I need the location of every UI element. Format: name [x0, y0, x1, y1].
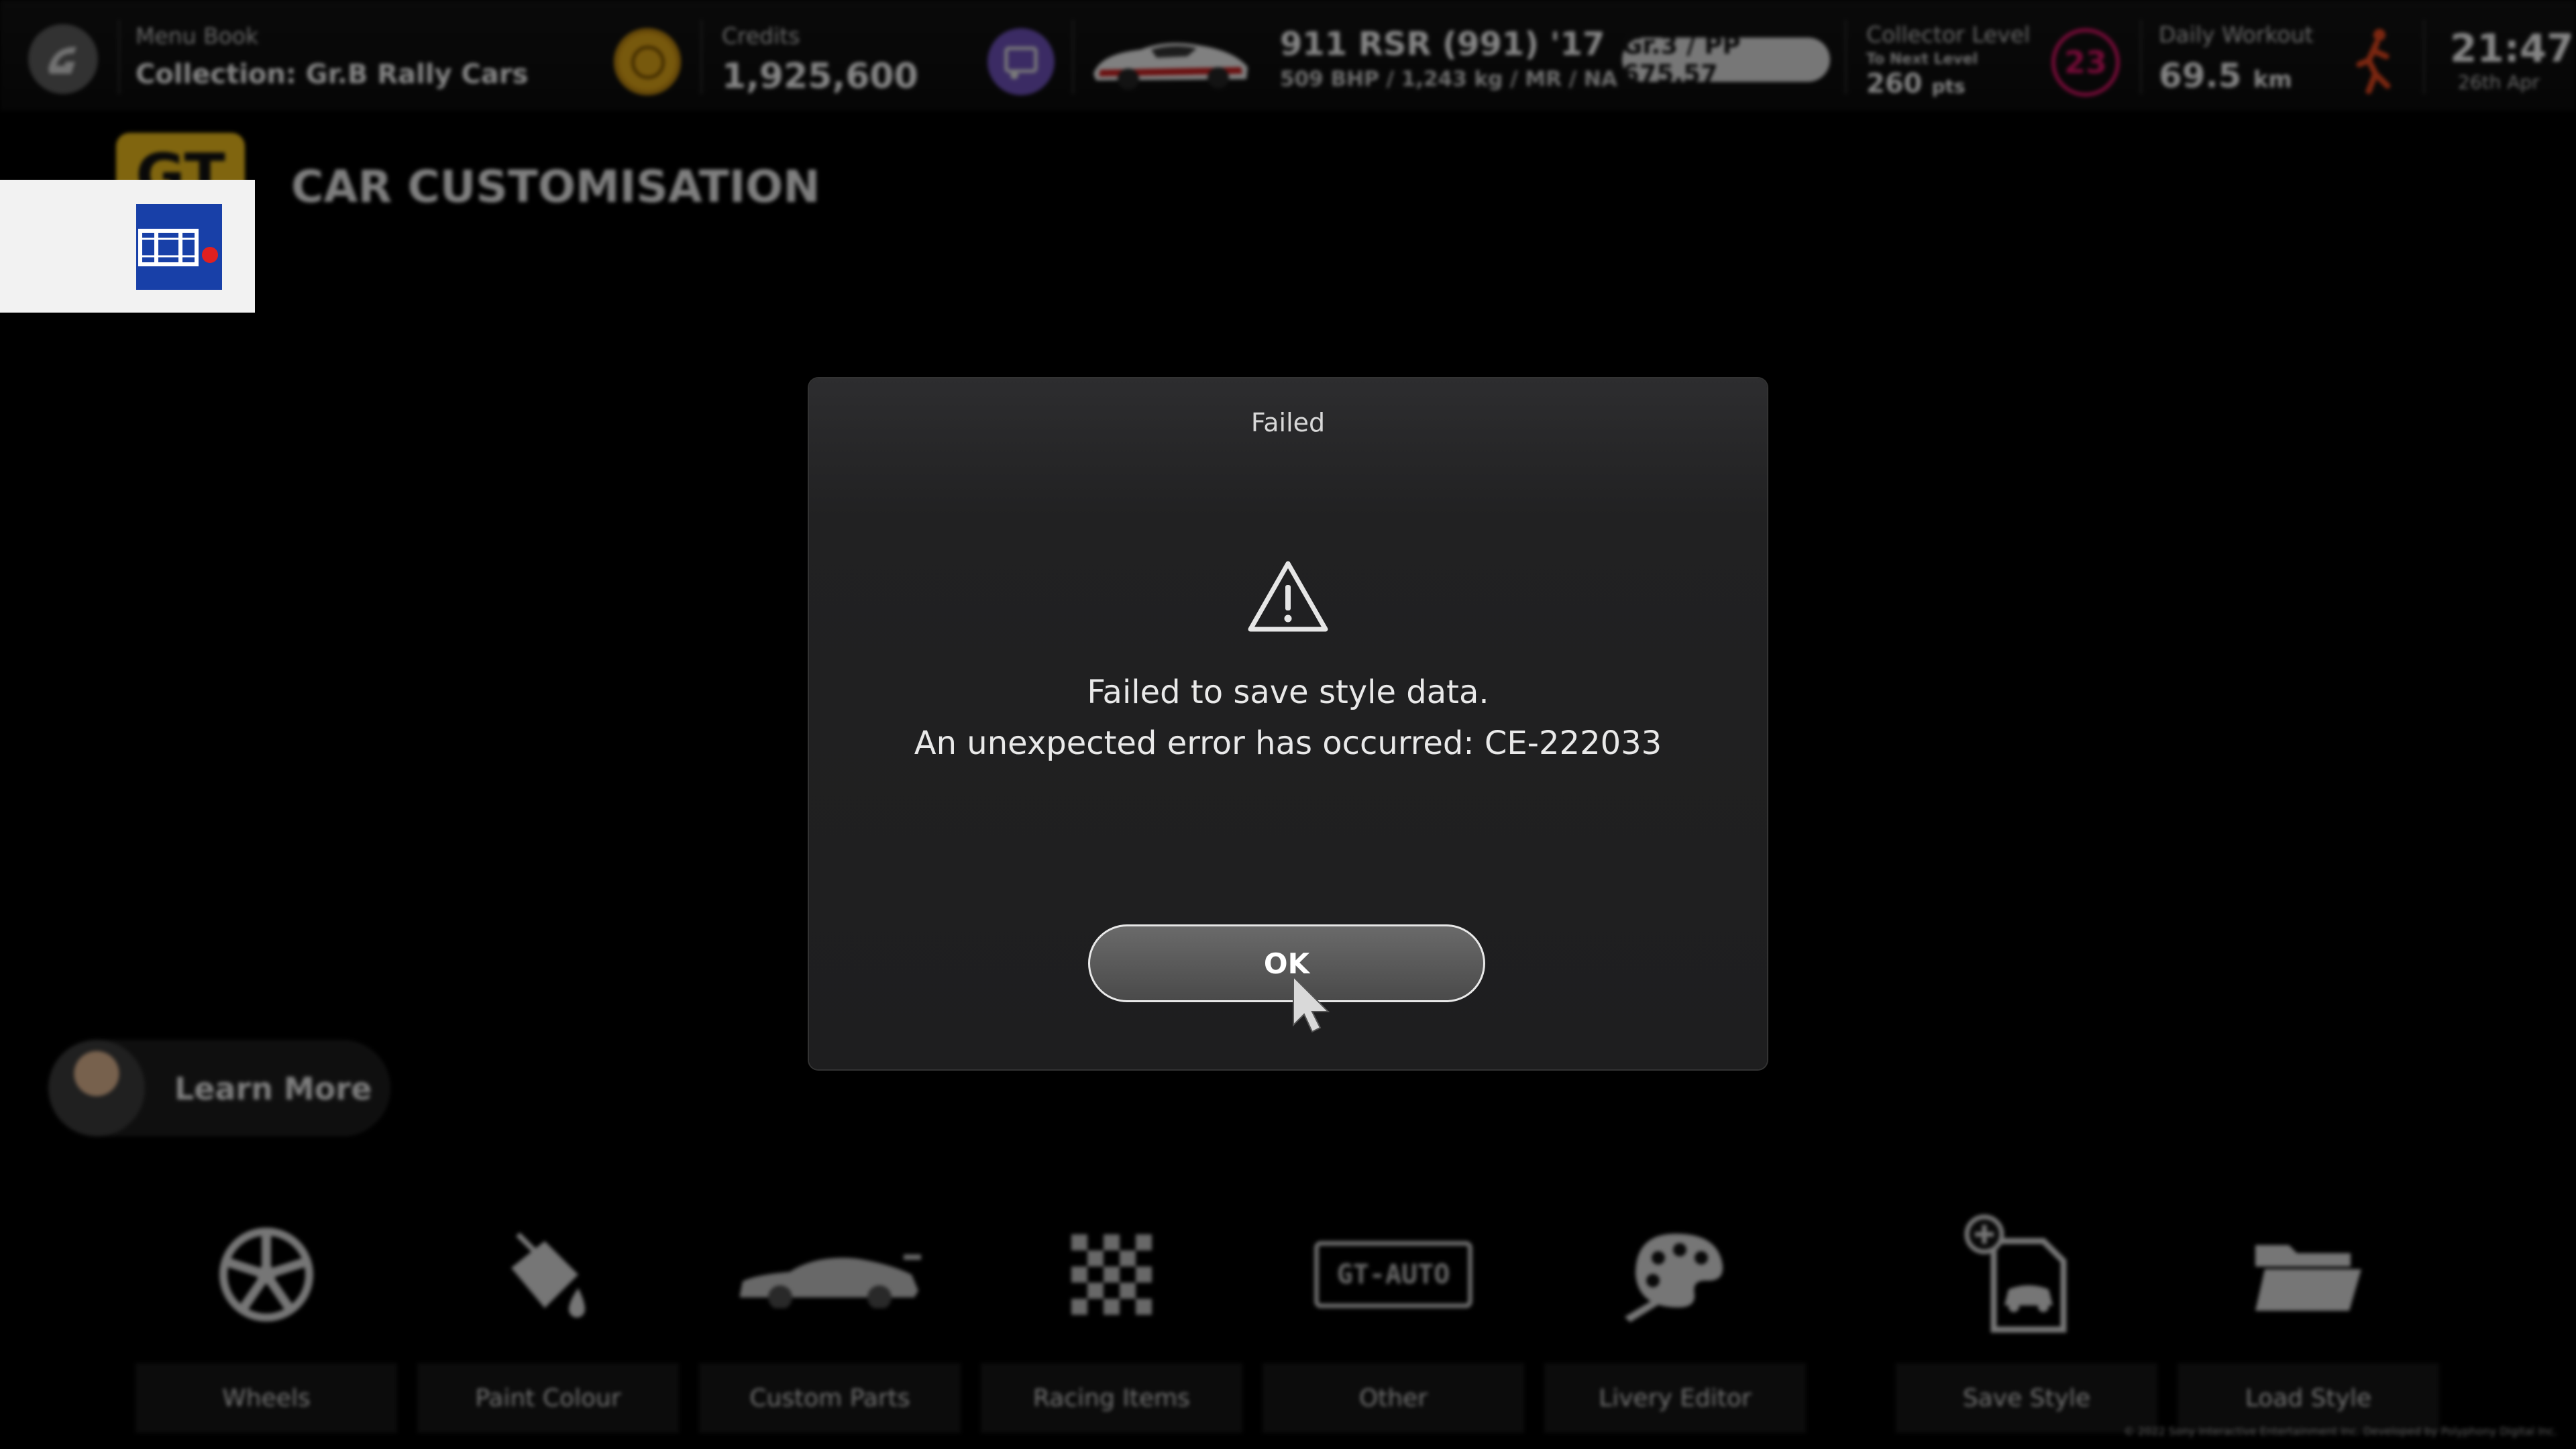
- avatar: [48, 1040, 145, 1136]
- collector-points: 260 pts: [1866, 68, 1966, 99]
- car-category-icon: [987, 28, 1055, 95]
- wheel-icon: [136, 1208, 397, 1342]
- menu-item-wheels[interactable]: Wheels: [136, 1208, 397, 1436]
- error-message-line2: An unexpected error has occurred: CE-222…: [914, 724, 1662, 762]
- car-specs: 509 BHP / 1,243 kg / MR / NA: [1280, 67, 1617, 91]
- collector-next-level-label: To Next Level: [1866, 51, 1978, 68]
- cursor-arrow-icon: [1291, 974, 1334, 1033]
- menu-book-value[interactable]: Collection: Gr.B Rally Cars: [136, 59, 528, 90]
- error-dialog: Failed Failed to save style data. An une…: [809, 378, 1767, 1069]
- daily-workout-value: 69.5 km: [2159, 56, 2292, 95]
- collector-level-badge: 23: [2051, 28, 2120, 97]
- daily-workout-label: Daily Workout: [2159, 21, 2314, 48]
- runner-icon: [2351, 27, 2398, 95]
- menu-label: Load Style: [2178, 1363, 2439, 1433]
- menu-item-custom-parts[interactable]: Custom Parts: [699, 1208, 961, 1436]
- menu-label: Livery Editor: [1544, 1363, 1806, 1433]
- menu-book-label: Menu Book: [136, 23, 259, 49]
- license-plate-icon: GT-AUTO: [1263, 1208, 1524, 1342]
- palette-icon: [1544, 1208, 1806, 1342]
- menu-label: Wheels: [136, 1363, 397, 1433]
- pp-badge: Gr.3 / PP 675.57: [1622, 31, 1830, 89]
- menu-item-save-style[interactable]: Save Style: [1896, 1208, 2157, 1436]
- collector-level-label: Collector Level: [1866, 21, 2031, 48]
- dialog-title: Failed: [1250, 408, 1326, 437]
- learn-more-label: Learn More: [174, 1071, 372, 1107]
- menu-item-livery-editor[interactable]: Livery Editor: [1544, 1208, 1806, 1436]
- menu-label: Custom Parts: [699, 1363, 961, 1433]
- paint-bucket-icon: [417, 1208, 679, 1342]
- clock-time: 21:47: [2450, 25, 2574, 71]
- warning-icon: [1246, 559, 1330, 635]
- credits-coin-icon: [614, 28, 681, 95]
- car-side-icon: [699, 1208, 961, 1342]
- credits-label: Credits: [722, 23, 800, 49]
- ok-button[interactable]: OK: [1088, 924, 1485, 1002]
- menu-item-racing-items[interactable]: Racing Items: [981, 1208, 1242, 1436]
- save-style-icon: [1896, 1208, 2157, 1342]
- menu-label: Save Style: [1896, 1363, 2157, 1433]
- film-record-icon[interactable]: [136, 204, 222, 290]
- credits-value: 1,925,600: [722, 56, 918, 97]
- folder-icon: [2178, 1208, 2439, 1342]
- top-status-bar: Menu Book Collection: Gr.B Rally Cars Cr…: [0, 0, 2576, 111]
- car-name: 911 RSR (991) '17: [1280, 25, 1605, 63]
- page-title: CAR CUSTOMISATION: [291, 161, 820, 213]
- menu-label: Other: [1263, 1363, 1524, 1433]
- menu-item-load-style[interactable]: Load Style: [2178, 1208, 2439, 1436]
- menu-item-paint-colour[interactable]: Paint Colour: [417, 1208, 679, 1436]
- menu-label: Racing Items: [981, 1363, 1242, 1433]
- car-thumbnail-icon: [1087, 27, 1254, 94]
- menu-item-other[interactable]: GT-AUTO Other: [1263, 1208, 1524, 1436]
- error-message-line1: Failed to save style data.: [1087, 674, 1489, 711]
- gt-home-icon[interactable]: [28, 24, 98, 94]
- clock-date: 26th Apr: [2458, 71, 2540, 93]
- copyright-text: © 2022 Sony Interactive Entertainment In…: [2123, 1425, 2557, 1438]
- checkered-flag-icon: [981, 1208, 1242, 1342]
- menu-label: Paint Colour: [417, 1363, 679, 1433]
